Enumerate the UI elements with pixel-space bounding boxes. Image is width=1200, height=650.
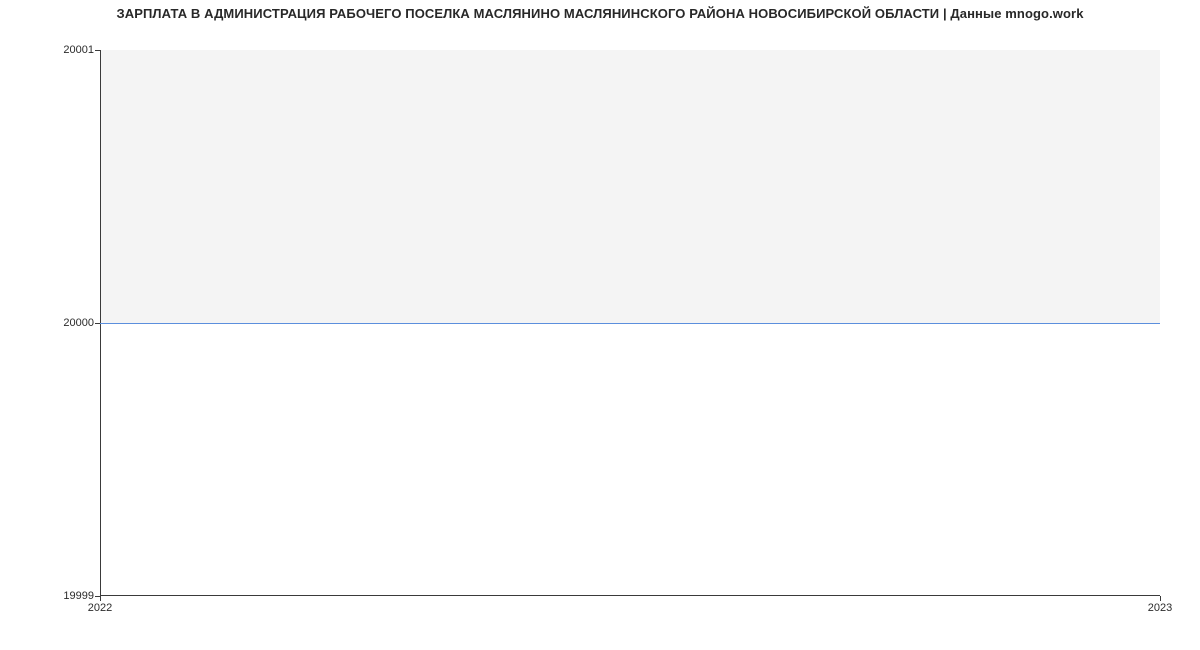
plot-area xyxy=(100,50,1160,596)
grid-band xyxy=(100,50,1160,323)
series-line xyxy=(100,323,1160,324)
chart-container: ЗАРПЛАТА В АДМИНИСТРАЦИЯ РАБОЧЕГО ПОСЕЛК… xyxy=(0,0,1200,650)
x-tick-label: 2023 xyxy=(1148,602,1172,614)
x-tick-mark xyxy=(100,596,101,601)
chart-title: ЗАРПЛАТА В АДМИНИСТРАЦИЯ РАБОЧЕГО ПОСЕЛК… xyxy=(0,6,1200,21)
y-tick-label: 20001 xyxy=(63,44,94,56)
x-tick-label: 2022 xyxy=(88,602,112,614)
grid-band xyxy=(100,323,1160,596)
x-tick-mark xyxy=(1160,596,1161,601)
y-tick-label: 19999 xyxy=(63,590,94,602)
x-axis xyxy=(100,595,1160,596)
y-tick-label: 20000 xyxy=(63,317,94,329)
